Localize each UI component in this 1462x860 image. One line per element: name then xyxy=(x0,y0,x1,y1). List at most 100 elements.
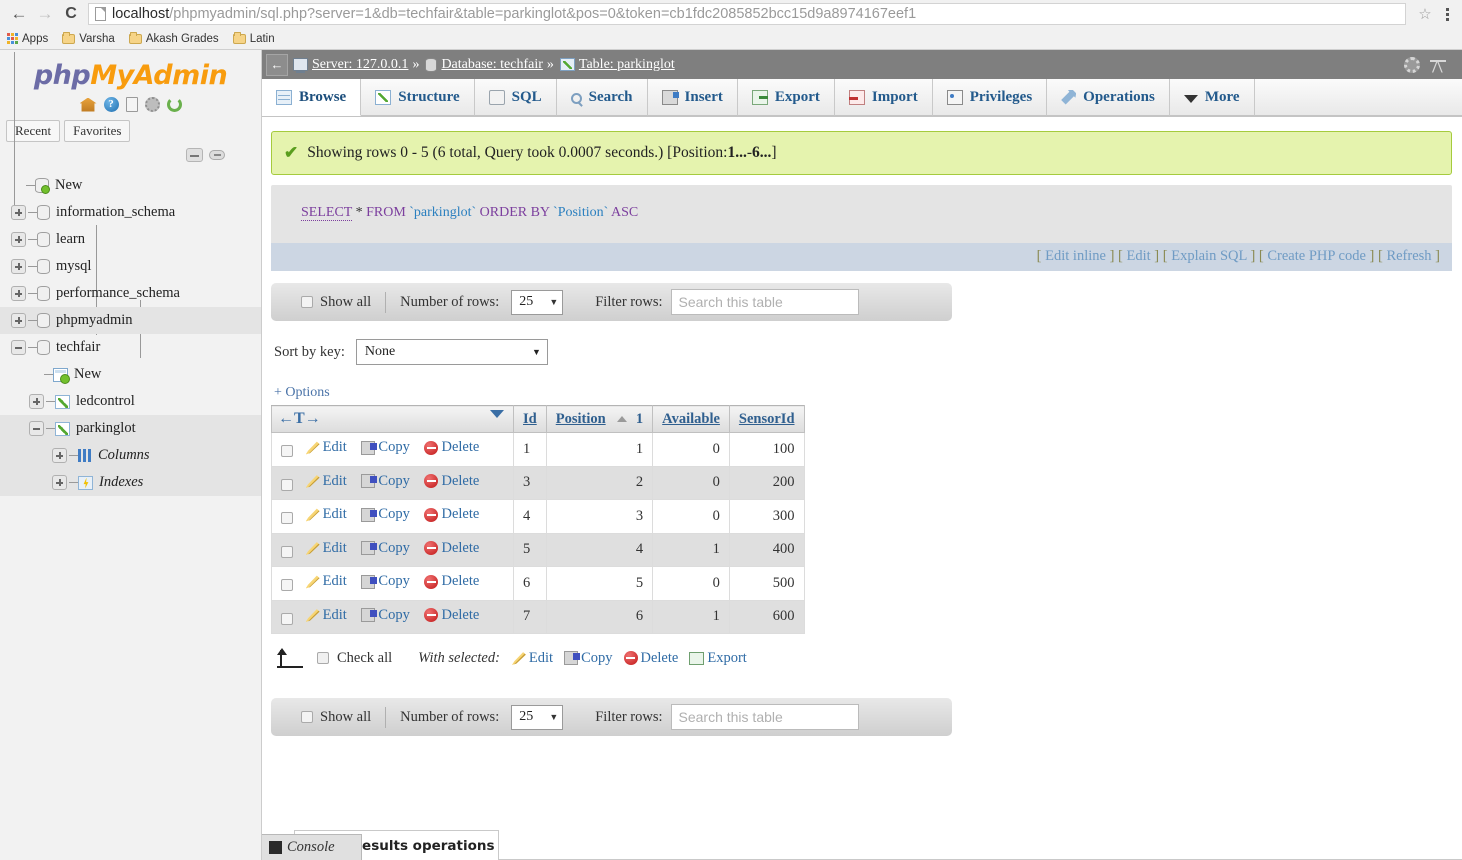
bookmark-akash-grades[interactable]: Akash Grades xyxy=(128,31,219,45)
tab-sql[interactable]: SQL xyxy=(474,79,557,116)
edit-row-link[interactable]: Edit xyxy=(305,473,347,490)
table-header-sensorid[interactable]: SensorId xyxy=(728,405,805,433)
check-all-checkbox[interactable] xyxy=(317,652,329,664)
link-with-main-panel-icon[interactable] xyxy=(209,150,225,160)
tree-item-indexes[interactable]: Indexes xyxy=(0,469,261,496)
delete-row-link[interactable]: Delete xyxy=(424,573,479,590)
tree-item-new-database[interactable]: New xyxy=(0,172,261,199)
filter-rows-input[interactable]: Search this table xyxy=(670,289,859,315)
expand-icon[interactable] xyxy=(11,205,26,220)
delete-row-link[interactable]: Delete xyxy=(424,473,479,490)
edit-row-link[interactable]: Edit xyxy=(305,573,347,590)
phpmyadmin-logo[interactable]: phpMyAdmin xyxy=(0,50,261,93)
delete-row-link[interactable]: Delete xyxy=(424,506,479,523)
create-php-code-link[interactable]: Create PHP code xyxy=(1267,248,1366,264)
expand-icon[interactable] xyxy=(11,313,26,328)
table-row[interactable]: Edit Copy Delete 1 1 0 100 xyxy=(271,432,805,467)
tab-export[interactable]: Export xyxy=(737,79,835,116)
reload-button[interactable]: C xyxy=(58,1,84,27)
sql-query-text[interactable]: SELECT * FROM `parkinglot` ORDER BY `Pos… xyxy=(271,205,1452,243)
edit-row-link[interactable]: Edit xyxy=(305,506,347,523)
table-header-available[interactable]: Available xyxy=(652,405,730,433)
collapse-icon[interactable] xyxy=(29,421,44,436)
tab-insert[interactable]: Insert xyxy=(647,79,738,116)
bulk-copy-link[interactable]: Copy xyxy=(564,650,613,667)
tree-item-parkinglot[interactable]: parkinglot xyxy=(0,415,261,442)
edit-inline-link[interactable]: Edit inline xyxy=(1045,248,1106,264)
copy-row-link[interactable]: Copy xyxy=(361,607,410,624)
filter-rows-input[interactable]: Search this table xyxy=(670,704,859,730)
home-icon[interactable] xyxy=(79,97,97,112)
tab-import[interactable]: Import xyxy=(834,79,933,116)
bookmark-star-icon[interactable]: ☆ xyxy=(1412,3,1438,25)
address-bar[interactable]: localhost/phpmyadmin/sql.php?server=1&db… xyxy=(88,3,1406,25)
collapse-all-icon[interactable] xyxy=(186,148,203,162)
browser-menu-icon[interactable] xyxy=(1438,3,1456,25)
bookmark-varsha[interactable]: Varsha xyxy=(62,31,115,45)
expand-icon[interactable] xyxy=(11,286,26,301)
number-of-rows-select[interactable]: 25 ▼ xyxy=(511,704,564,730)
bulk-edit-link[interactable]: Edit xyxy=(511,650,553,667)
bulk-export-link[interactable]: Export xyxy=(689,650,747,667)
refresh-link[interactable]: Refresh xyxy=(1386,248,1431,264)
copy-row-link[interactable]: Copy xyxy=(361,439,410,456)
table-header-id[interactable]: Id xyxy=(513,405,547,433)
edit-row-link[interactable]: Edit xyxy=(305,439,347,456)
show-all-checkbox[interactable] xyxy=(301,296,313,308)
tree-item-new-table[interactable]: New xyxy=(0,361,261,388)
forward-button[interactable]: → xyxy=(32,1,58,27)
table-row[interactable]: Edit Copy Delete 6 5 0 500 xyxy=(271,566,805,601)
edit-row-link[interactable]: Edit xyxy=(305,607,347,624)
tree-item-learn[interactable]: learn xyxy=(0,226,261,253)
table-row[interactable]: Edit Copy Delete 5 4 1 400 xyxy=(271,532,805,567)
options-toggle[interactable]: + Options xyxy=(271,385,1452,401)
expand-icon[interactable] xyxy=(11,232,26,247)
row-checkbox[interactable] xyxy=(281,478,293,491)
tree-item-techfair[interactable]: techfair xyxy=(0,334,261,361)
tree-item-mysql[interactable]: mysql xyxy=(0,253,261,280)
copy-row-link[interactable]: Copy xyxy=(361,540,410,557)
tree-item-performance-schema[interactable]: performance_schema xyxy=(0,280,261,307)
table-header-position[interactable]: Position 1 xyxy=(545,405,654,433)
row-checkbox[interactable] xyxy=(281,545,293,558)
breadcrumb-table[interactable]: Table: parkinglot xyxy=(579,57,675,73)
tab-privileges[interactable]: Privileges xyxy=(932,79,1048,116)
bulk-delete-link[interactable]: Delete xyxy=(623,650,678,667)
breadcrumb-back-button[interactable]: ← xyxy=(266,53,288,76)
nav-arrows-icon[interactable]: ←T→ xyxy=(278,410,321,428)
collapse-icon[interactable] xyxy=(11,340,26,355)
tree-item-columns[interactable]: Columns xyxy=(0,442,261,469)
copy-row-link[interactable]: Copy xyxy=(361,573,410,590)
collapse-icon[interactable] xyxy=(1430,58,1446,72)
documentation-icon[interactable] xyxy=(125,97,138,112)
sort-by-key-select[interactable]: None ▼ xyxy=(355,339,548,365)
expand-icon[interactable] xyxy=(11,259,26,274)
row-checkbox[interactable] xyxy=(281,579,293,592)
tab-structure[interactable]: Structure xyxy=(361,79,475,116)
tree-item-information-schema[interactable]: information_schema xyxy=(0,199,261,226)
back-button[interactable]: ← xyxy=(6,1,32,27)
tab-operations[interactable]: Operations xyxy=(1047,79,1170,116)
expand-icon[interactable] xyxy=(29,394,44,409)
delete-row-link[interactable]: Delete xyxy=(424,439,479,456)
edit-row-link[interactable]: Edit xyxy=(305,540,347,557)
row-checkbox[interactable] xyxy=(281,445,293,458)
expand-icon[interactable] xyxy=(52,475,67,490)
edit-link[interactable]: Edit xyxy=(1127,248,1151,264)
bookmark-latin[interactable]: Latin xyxy=(232,31,275,45)
console-bar[interactable]: Console xyxy=(262,834,362,860)
delete-row-link[interactable]: Delete xyxy=(424,540,479,557)
row-checkbox[interactable] xyxy=(281,512,293,525)
number-of-rows-select[interactable]: 25 ▼ xyxy=(511,289,564,315)
row-checkbox[interactable] xyxy=(281,612,293,625)
tree-item-phpmyadmin[interactable]: phpmyadmin xyxy=(0,307,261,334)
reload-icon[interactable] xyxy=(166,97,182,112)
bookmark-apps[interactable]: Apps xyxy=(7,33,48,45)
table-row[interactable]: Edit Copy Delete 4 3 0 300 xyxy=(271,499,805,534)
copy-row-link[interactable]: Copy xyxy=(361,473,410,490)
help-icon[interactable]: ? xyxy=(103,97,119,112)
chevron-down-icon[interactable] xyxy=(490,410,504,418)
copy-row-link[interactable]: Copy xyxy=(361,506,410,523)
table-row[interactable]: Edit Copy Delete 7 6 1 600 xyxy=(271,599,805,634)
explain-sql-link[interactable]: Explain SQL xyxy=(1171,248,1247,264)
